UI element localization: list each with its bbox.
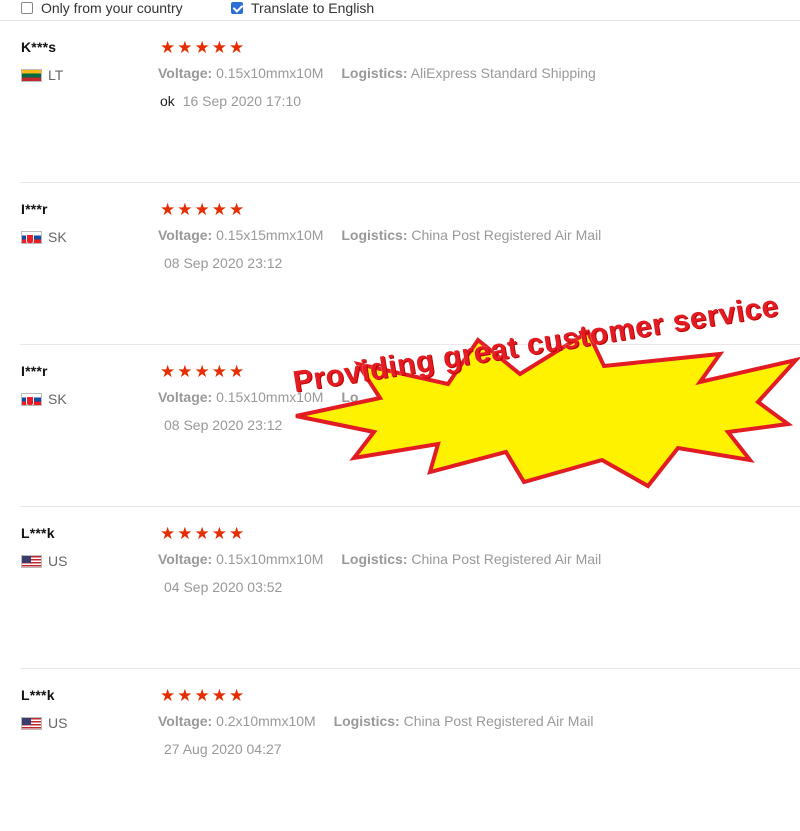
voltage-value: 0.15x10mmx10M — [216, 65, 324, 81]
reviewer-name: L***k — [21, 525, 55, 541]
voltage-value: 0.15x10mmx10M — [216, 551, 324, 567]
logistics-value: China Post Registered Air Mail — [403, 713, 594, 729]
country-code: SK — [48, 229, 67, 245]
reviewer-country: US — [21, 715, 67, 731]
star-icon: ★ — [160, 524, 176, 543]
usa-flag-icon — [21, 716, 42, 730]
review-date: 08 Sep 2020 23:12 — [164, 255, 283, 271]
review-meta: Voltage: 0.2x10mmx10M Logistics: China P… — [158, 713, 593, 729]
star-icon: ★ — [160, 686, 176, 705]
reviewer-name: I***r — [21, 201, 48, 217]
lithuania-flag-icon — [21, 68, 42, 82]
voltage-value: 0.15x15mmx10M — [216, 227, 324, 243]
star-icon: ★ — [229, 362, 245, 381]
review-date: 04 Sep 2020 03:52 — [164, 579, 283, 595]
star-icon: ★ — [211, 38, 227, 57]
star-icon: ★ — [160, 362, 176, 381]
review-item: K***s LT ★ ★ ★ ★ ★ Voltage: 0.15x10mmx10M Lo… — [0, 21, 800, 183]
logistics-value: China Post Registered Air Mail — [411, 227, 602, 243]
logistics-label: Logistics: — [341, 65, 408, 81]
country-code: US — [48, 715, 68, 731]
star-icon: ★ — [177, 686, 193, 705]
star-icon: ★ — [194, 524, 210, 543]
star-rating: ★ ★ ★ ★ ★ — [160, 201, 244, 218]
usa-flag-icon — [21, 554, 42, 568]
star-icon: ★ — [177, 200, 193, 219]
logistics-value: China Post Registered Air Mail — [411, 551, 602, 567]
logistics-label: Logistics: — [341, 551, 408, 567]
logistics-label: Logistics: — [341, 227, 408, 243]
logistics-value: AliExpress Standard Shipping — [410, 65, 596, 81]
reviewer-name: K***s — [21, 39, 57, 55]
star-rating: ★ ★ ★ ★ ★ — [160, 687, 244, 704]
star-rating: ★ ★ ★ ★ ★ — [160, 39, 244, 56]
voltage-value: 0.2x10mmx10M — [216, 713, 316, 729]
country-code: SK — [48, 391, 67, 407]
reviewer-country: SK — [21, 229, 67, 245]
review-meta: Voltage: 0.15x10mmx10M Logistics: AliExp… — [158, 65, 596, 81]
translate-checkbox[interactable] — [231, 2, 243, 14]
star-icon: ★ — [211, 362, 227, 381]
review-feedback: 08 Sep 2020 23:12 — [160, 255, 282, 271]
star-icon: ★ — [229, 38, 245, 57]
review-date: 08 Sep 2020 23:12 — [164, 417, 283, 433]
reviewer-name: I***r — [21, 363, 48, 379]
review-date: 27 Aug 2020 04:27 — [164, 741, 282, 757]
review-meta: Voltage: 0.15x15mmx10M Logistics: China … — [158, 227, 601, 243]
review-feedback: 27 Aug 2020 04:27 — [160, 741, 282, 757]
star-icon: ★ — [229, 524, 245, 543]
slovakia-flag-icon — [21, 392, 42, 406]
voltage-label: Voltage: — [158, 713, 213, 729]
reviewer-country: SK — [21, 391, 67, 407]
review-item: L***k US ★ ★ ★ ★ ★ Voltage: 0.2x10mmx10M Log… — [0, 669, 800, 831]
reviewer-country: LT — [21, 67, 63, 83]
voltage-label: Voltage: — [158, 227, 213, 243]
star-icon: ★ — [177, 38, 193, 57]
translate-label: Translate to English — [251, 0, 375, 16]
only-country-filter[interactable]: Only from your country — [21, 0, 183, 16]
feedback-text: ok — [160, 93, 175, 109]
review-feedback: ok 16 Sep 2020 17:10 — [160, 93, 301, 109]
star-icon: ★ — [160, 38, 176, 57]
review-item: L***k US ★ ★ ★ ★ ★ Voltage: 0.15x10mmx10M Lo… — [0, 507, 800, 669]
review-date: 16 Sep 2020 17:10 — [182, 93, 302, 109]
reviewer-name: L***k — [21, 687, 55, 703]
star-icon: ★ — [229, 686, 245, 705]
voltage-label: Voltage: — [158, 389, 213, 405]
star-rating: ★ ★ ★ ★ ★ — [160, 363, 244, 380]
country-code: LT — [48, 67, 64, 83]
country-code: US — [48, 553, 68, 569]
translate-filter[interactable]: Translate to English — [231, 0, 374, 16]
review-meta: Voltage: 0.15x10mmx10M Logistics: China … — [158, 551, 601, 567]
star-icon: ★ — [211, 200, 227, 219]
review-feedback: 04 Sep 2020 03:52 — [160, 579, 282, 595]
review-filter-bar: Only from your country Translate to Engl… — [0, 0, 800, 21]
star-icon: ★ — [211, 686, 227, 705]
only-country-checkbox[interactable] — [21, 2, 33, 14]
star-rating: ★ ★ ★ ★ ★ — [160, 525, 244, 542]
voltage-label: Voltage: — [158, 65, 213, 81]
slovakia-flag-icon — [21, 230, 42, 244]
voltage-label: Voltage: — [158, 551, 213, 567]
star-icon: ★ — [194, 362, 210, 381]
logistics-label: Logistics: — [333, 713, 400, 729]
star-icon: ★ — [177, 362, 193, 381]
review-feedback: 08 Sep 2020 23:12 — [160, 417, 282, 433]
only-country-label: Only from your country — [41, 0, 183, 16]
star-icon: ★ — [194, 38, 210, 57]
star-icon: ★ — [194, 686, 210, 705]
star-icon: ★ — [160, 200, 176, 219]
star-icon: ★ — [229, 200, 245, 219]
star-icon: ★ — [177, 524, 193, 543]
reviewer-country: US — [21, 553, 67, 569]
star-icon: ★ — [211, 524, 227, 543]
star-icon: ★ — [194, 200, 210, 219]
